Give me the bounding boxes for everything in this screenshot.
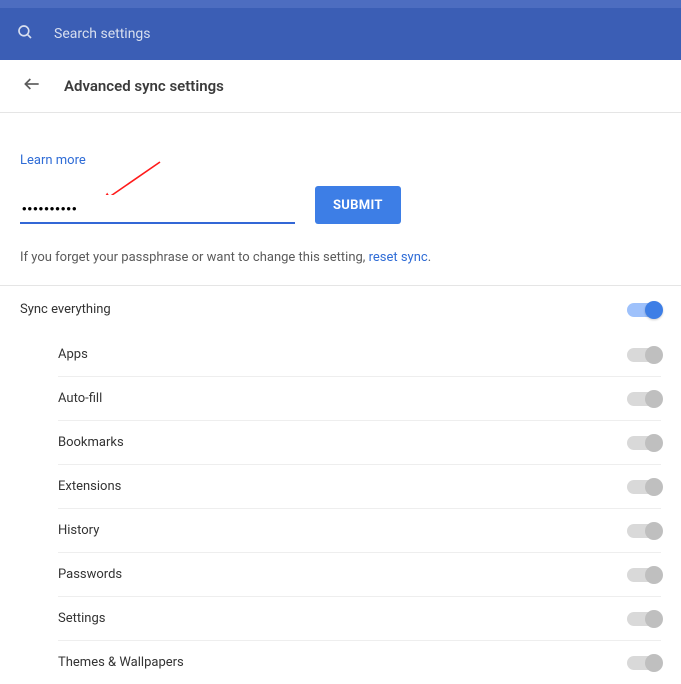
sync-everything-row: Sync everything [20, 286, 661, 333]
sync-item-toggle[interactable] [627, 524, 661, 538]
sync-item-label: Auto-fill [58, 391, 102, 406]
sync-item-row: Extensions [58, 465, 661, 509]
sync-item-row: History [58, 509, 661, 553]
sync-item-toggle[interactable] [627, 436, 661, 450]
search-bar[interactable]: Search settings [0, 8, 681, 60]
sync-item-label: History [58, 523, 99, 538]
sync-item-row: Apps [58, 333, 661, 377]
search-icon [16, 23, 34, 45]
submit-button[interactable]: SUBMIT [315, 186, 401, 224]
forget-passphrase-text: If you forget your passphrase or want to… [20, 250, 661, 265]
window-accent-bar [0, 0, 681, 8]
sync-item-toggle[interactable] [627, 392, 661, 406]
page-titlebar: Advanced sync settings [0, 60, 681, 113]
sync-item-row: Settings [58, 597, 661, 641]
sync-everything-label: Sync everything [20, 302, 111, 317]
reset-sync-link[interactable]: reset sync [369, 250, 428, 265]
search-placeholder: Search settings [54, 26, 151, 42]
sync-everything-toggle[interactable] [627, 303, 661, 317]
forget-text-suffix: . [428, 250, 431, 265]
sync-item-row: Themes & Wallpapers [58, 641, 661, 684]
sync-item-row: Passwords [58, 553, 661, 597]
sync-item-label: Apps [58, 347, 88, 362]
forget-text-prefix: If you forget your passphrase or want to… [20, 250, 369, 265]
sync-item-row: Auto-fill [58, 377, 661, 421]
page-title: Advanced sync settings [64, 77, 224, 95]
sync-item-row: Bookmarks [58, 421, 661, 465]
sync-item-label: Settings [58, 611, 105, 626]
sync-item-toggle[interactable] [627, 568, 661, 582]
learn-more-link[interactable]: Learn more [20, 153, 86, 168]
passphrase-input[interactable] [20, 195, 295, 224]
sync-item-label: Passwords [58, 567, 122, 582]
sync-item-toggle[interactable] [627, 612, 661, 626]
sync-item-toggle[interactable] [627, 480, 661, 494]
sync-item-label: Extensions [58, 479, 121, 494]
sync-item-toggle[interactable] [627, 656, 661, 670]
sync-item-label: Themes & Wallpapers [58, 655, 184, 670]
sync-item-toggle[interactable] [627, 348, 661, 362]
back-arrow-icon[interactable] [22, 74, 42, 98]
sync-item-label: Bookmarks [58, 435, 124, 450]
